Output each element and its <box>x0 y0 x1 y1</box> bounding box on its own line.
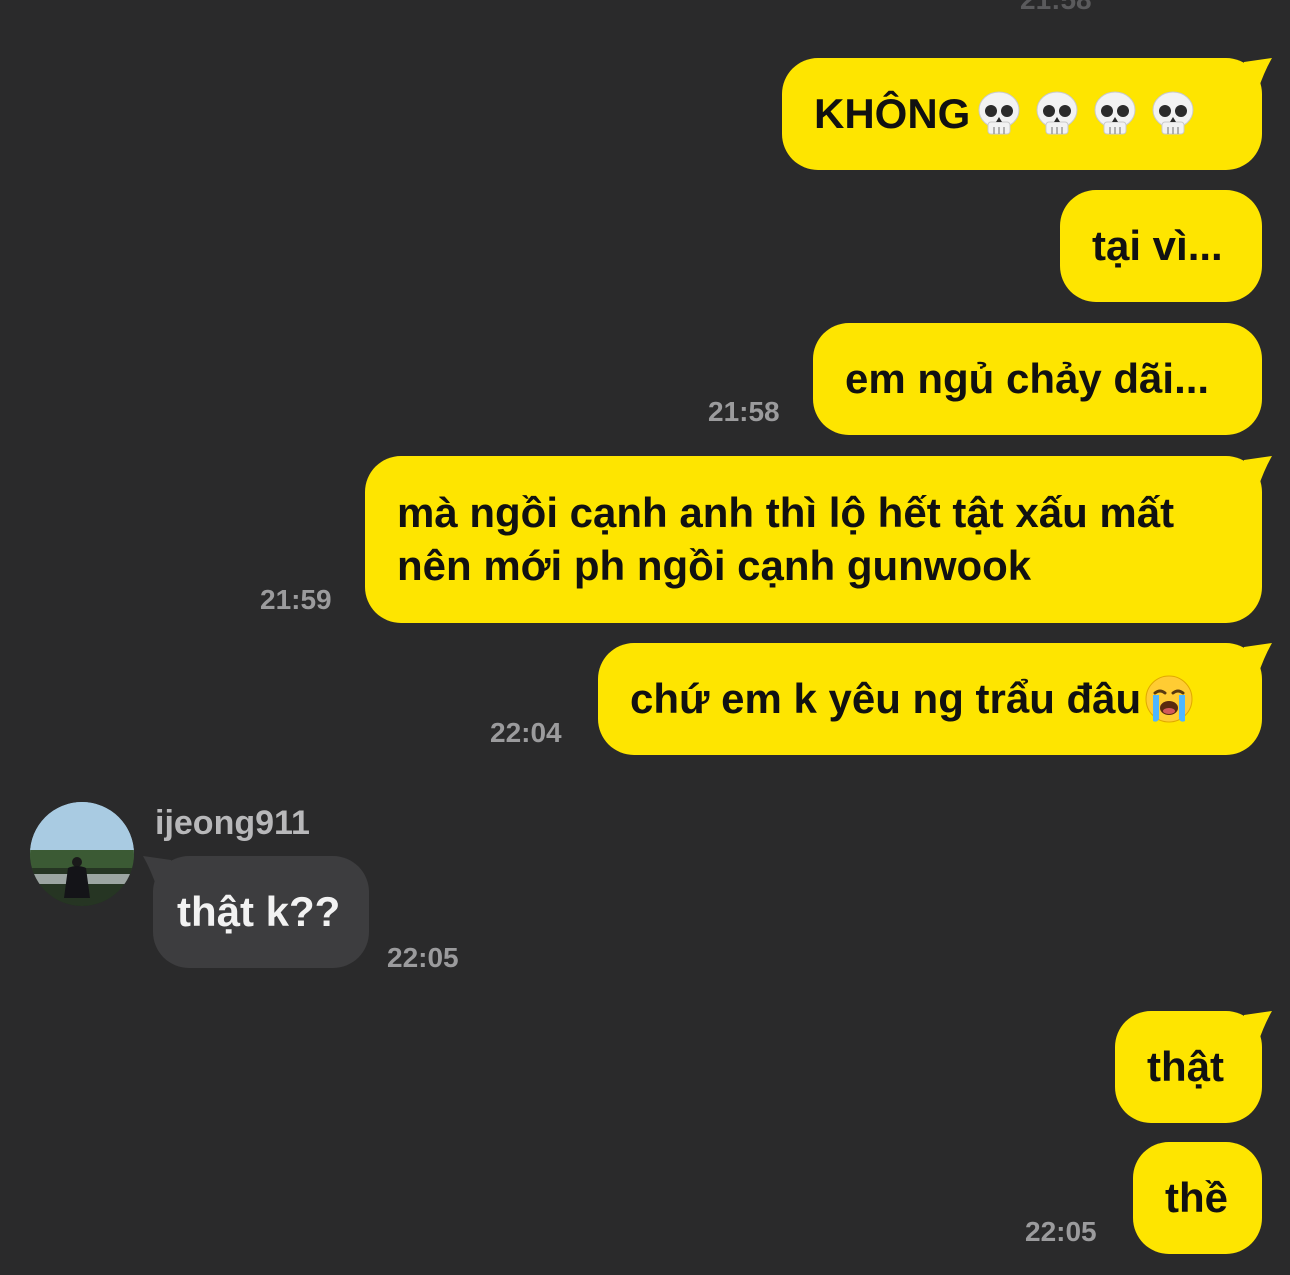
bubble-tail-icon <box>1244 58 1272 90</box>
message-bubble-ma-ngoi[interactable]: mà ngồi cạnh anh thì lộ hết tật xấu mất … <box>365 456 1272 623</box>
message-timestamp: 21:58 <box>708 396 780 427</box>
avatar-photo-icon <box>30 802 134 906</box>
message-text: thật k?? <box>177 888 341 935</box>
message-text-line-2: nên mới ph ngồi cạnh gunwook <box>397 542 1032 589</box>
message-timestamp: 21:59 <box>260 584 332 615</box>
message-bubble-that-k[interactable]: thật k?? <box>143 856 369 968</box>
loudly-crying-face-icon <box>1145 675 1193 723</box>
bubble-tail-icon <box>1244 1011 1272 1043</box>
sender-avatar[interactable] <box>30 802 134 906</box>
message-bubble-the[interactable]: thề <box>1133 1142 1262 1254</box>
message-text-line-1: mà ngồi cạnh anh thì lộ hết tật xấu mất <box>397 489 1175 536</box>
message-bubble-chu-em[interactable]: chứ em k yêu ng trẩu đâu <box>598 643 1272 755</box>
skull-emoji-icon <box>1152 91 1194 135</box>
sender-username[interactable]: ijeong911 <box>155 804 310 843</box>
skull-emoji-icon <box>1094 91 1136 135</box>
message-timestamp: 22:04 <box>490 717 562 748</box>
skull-emoji-icon <box>1036 91 1078 135</box>
skull-emoji-group <box>974 89 1198 139</box>
top-timestamp: 21:58 <box>1020 0 1092 16</box>
message-timestamp: 22:05 <box>387 942 459 973</box>
bubble-tail-icon <box>143 856 171 888</box>
bubble-tail-icon <box>1244 643 1272 675</box>
message-bubble-that[interactable]: thật <box>1115 1011 1272 1123</box>
message-text: KHÔNG <box>814 90 971 137</box>
bubble-tail-icon <box>1244 456 1272 488</box>
message-text: chứ em k yêu ng trẩu đâu <box>630 675 1142 722</box>
message-text: tại vì... <box>1092 222 1223 269</box>
message-bubble-khong[interactable]: KHÔNG <box>782 58 1272 170</box>
message-bubble-tai-vi[interactable]: tại vì... <box>1060 190 1262 302</box>
message-timestamp: 22:05 <box>1025 1216 1097 1247</box>
message-text: thề <box>1165 1174 1228 1221</box>
skull-emoji-icon <box>978 91 1020 135</box>
message-text: thật <box>1147 1043 1224 1090</box>
message-bubble-em-ngu[interactable]: em ngủ chảy dãi... <box>813 323 1262 435</box>
message-text: em ngủ chảy dãi... <box>845 355 1210 402</box>
